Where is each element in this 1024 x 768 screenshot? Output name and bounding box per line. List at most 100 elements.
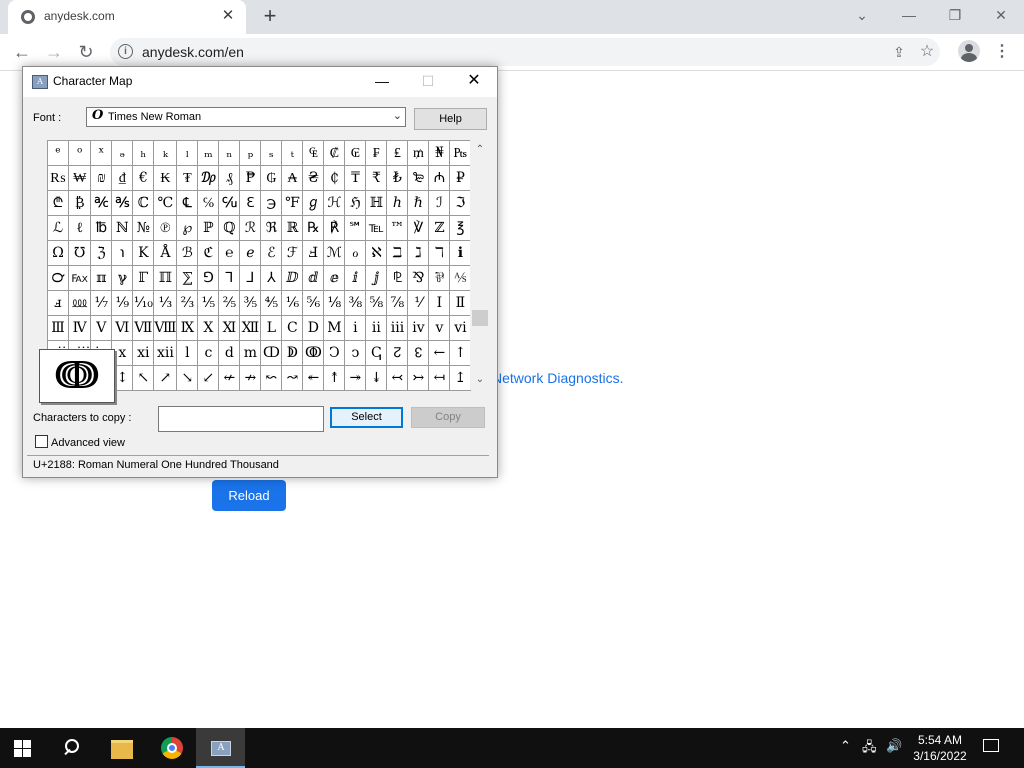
show-hidden-icons-icon[interactable]: ⌃: [840, 738, 851, 754]
character-cell[interactable]: ₫: [111, 165, 134, 191]
character-cell[interactable]: ₮: [176, 165, 199, 191]
character-cell[interactable]: ₺: [386, 165, 409, 191]
character-cell[interactable]: Ⅺ: [218, 315, 241, 341]
font-dropdown[interactable]: O Times New Roman ⌄: [86, 107, 406, 127]
character-cell[interactable]: ₡: [323, 140, 346, 166]
character-cell[interactable]: ₜ: [281, 140, 304, 166]
character-cell[interactable]: ₪: [90, 165, 113, 191]
character-cell[interactable]: ↗: [153, 365, 178, 391]
character-cell[interactable]: ↖: [132, 365, 155, 391]
character-cell[interactable]: ₿: [67, 190, 92, 216]
character-cell[interactable]: ℯ: [239, 240, 262, 266]
character-cell[interactable]: ⅋: [407, 265, 430, 291]
character-cell[interactable]: ₠: [302, 140, 325, 166]
character-cell[interactable]: ℎ: [386, 190, 409, 216]
character-cell[interactable]: ℃: [153, 190, 178, 216]
character-cell[interactable]: ↟: [323, 365, 346, 391]
character-cell[interactable]: ℔: [90, 215, 113, 241]
character-cell[interactable]: ₱: [239, 165, 262, 191]
character-cell[interactable]: Ⅹ: [197, 315, 220, 341]
network-icon[interactable]: 🖧: [862, 738, 877, 760]
site-info-icon[interactable]: i: [118, 44, 133, 59]
character-cell[interactable]: ⅲ: [386, 315, 409, 341]
close-window-button[interactable]: ✕: [981, 4, 1021, 26]
character-cell[interactable]: ℀: [90, 190, 113, 216]
character-cell[interactable]: ℄: [176, 190, 199, 216]
character-cell[interactable]: ℸ: [428, 240, 451, 266]
character-cell[interactable]: ↙: [197, 365, 220, 391]
character-cell[interactable]: ℘: [176, 215, 199, 241]
character-cell[interactable]: ℑ: [449, 190, 472, 216]
character-cell[interactable]: ⅐: [90, 290, 113, 316]
character-cell[interactable]: ↊: [386, 340, 409, 366]
url-text[interactable]: anydesk.com/en: [142, 44, 244, 60]
character-cell[interactable]: Ⅱ: [449, 290, 472, 316]
character-cell[interactable]: ℉: [281, 190, 304, 216]
character-cell[interactable]: ₨: [47, 165, 69, 191]
advanced-view-option[interactable]: Advanced view: [35, 435, 125, 449]
character-cell[interactable]: ⅰ: [344, 315, 367, 341]
character-cell[interactable]: ↠: [344, 365, 367, 391]
character-cell[interactable]: Ⅲ: [47, 315, 69, 341]
character-cell[interactable]: ⅇ: [323, 265, 346, 291]
character-cell[interactable]: ₙ: [218, 140, 241, 166]
character-cell[interactable]: ₹: [365, 165, 388, 191]
character-cell[interactable]: ↜: [260, 365, 283, 391]
character-cell[interactable]: ℐ: [428, 190, 451, 216]
character-cell[interactable]: ₛ: [260, 140, 283, 166]
character-cell[interactable]: ↁ: [281, 340, 304, 366]
character-cell[interactable]: ↑: [449, 340, 472, 366]
character-cell[interactable]: ℍ: [365, 190, 388, 216]
character-cell[interactable]: ⅘: [260, 290, 283, 316]
character-cell[interactable]: Ω: [47, 240, 69, 266]
character-cell[interactable]: ℝ: [281, 215, 304, 241]
character-cell[interactable]: ⅖: [218, 290, 241, 316]
character-cell[interactable]: ₤: [386, 140, 409, 166]
restore-window-button[interactable]: ❐: [935, 4, 975, 26]
character-cell[interactable]: ₯: [197, 165, 220, 191]
character-cell[interactable]: ₢: [344, 140, 367, 166]
character-cell[interactable]: ⅚: [302, 290, 325, 316]
character-cell[interactable]: ⅵ: [449, 315, 472, 341]
reload-button[interactable]: Reload: [212, 480, 286, 511]
character-cell[interactable]: K: [132, 240, 155, 266]
character-cell[interactable]: ₩: [67, 165, 92, 191]
taskbar-clock[interactable]: 5:54 AM 3/16/2022: [905, 732, 975, 764]
character-cell[interactable]: ⅏: [67, 290, 92, 316]
character-cell[interactable]: ₰: [218, 165, 241, 191]
character-cell[interactable]: ℱ: [281, 240, 304, 266]
character-cell[interactable]: ⅈ: [344, 265, 367, 291]
character-cell[interactable]: ↂ: [302, 340, 325, 366]
character-cell[interactable]: ↞: [302, 365, 325, 391]
character-cell[interactable]: ℴ: [344, 240, 367, 266]
character-cell[interactable]: №: [132, 215, 155, 241]
new-tab-button[interactable]: +: [258, 4, 282, 28]
character-cell[interactable]: ₕ: [132, 140, 155, 166]
character-cell[interactable]: ₽: [449, 165, 472, 191]
character-cell[interactable]: ₭: [153, 165, 178, 191]
character-cell[interactable]: ⅉ: [365, 265, 388, 291]
character-cell[interactable]: ℨ: [90, 240, 113, 266]
characters-to-copy-input[interactable]: [158, 406, 324, 432]
character-cell[interactable]: Ⅰ: [428, 290, 451, 316]
character-cell[interactable]: ₻: [407, 165, 430, 191]
character-cell[interactable]: ℣: [407, 215, 430, 241]
character-cell[interactable]: ⅀: [176, 265, 199, 291]
character-cell[interactable]: ↚: [218, 365, 241, 391]
character-cell[interactable]: ℅: [197, 190, 220, 216]
scrollbar-thumb[interactable]: [472, 310, 488, 326]
character-cell[interactable]: ℂ: [132, 190, 155, 216]
copy-button[interactable]: Copy: [411, 407, 485, 428]
character-cell[interactable]: ⅝: [365, 290, 388, 316]
character-cell[interactable]: ⅑: [111, 290, 134, 316]
help-button[interactable]: Help: [414, 108, 487, 130]
scroll-up-arrow-icon[interactable]: ⌃: [470, 142, 490, 158]
character-cell[interactable]: €: [132, 165, 155, 191]
character-cell[interactable]: ™: [386, 215, 409, 241]
character-cell[interactable]: ℇ: [239, 190, 262, 216]
character-cell[interactable]: ⅽ: [197, 340, 220, 366]
character-cell[interactable]: ℼ: [90, 265, 113, 291]
network-diagnostics-link[interactable]: Network Diagnostics.: [492, 370, 624, 386]
forward-button[interactable]: →: [40, 38, 68, 66]
character-cell[interactable]: Ⅶ: [132, 315, 155, 341]
